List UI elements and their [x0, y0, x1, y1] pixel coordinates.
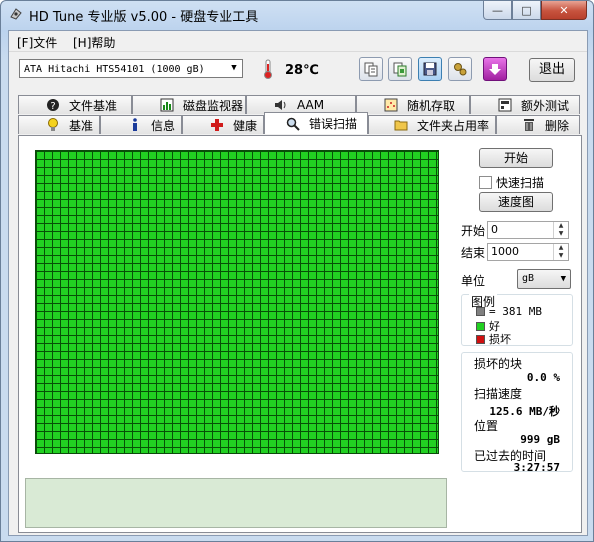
minimize-button[interactable]: — [483, 1, 512, 20]
start-value: 0 [491, 223, 498, 236]
error-scan-panel: 开始 快速扫描 速度图 开始 0 ▲▼ 结束 1000 ▲▼ 单位 gB ▼ [18, 135, 582, 533]
speaker-icon [273, 97, 289, 113]
client-area: [F]文件 [H]帮助 ATA Hitachi HTS54101 (1000 g… [8, 30, 588, 536]
end-input[interactable]: 1000 ▲ ▼ [487, 243, 569, 261]
damaged-blocks-value: 0.0 % [526, 371, 560, 384]
damaged-blocks-label: 损坏的块 [474, 357, 523, 371]
legend-block-size-text: = 381 MB [489, 305, 542, 318]
checkbox-box[interactable] [479, 176, 492, 189]
tab-erase[interactable]: 删除 [496, 115, 580, 134]
tab-label: 磁盘监视器 [183, 98, 244, 113]
tab-random-access[interactable]: 随机存取 [356, 95, 470, 114]
unit-value: gB [522, 273, 535, 284]
copy-screenshot-icon [393, 62, 407, 77]
unit-label: 单位 [461, 274, 486, 288]
tab-label: 文件夹占用率 [417, 118, 490, 133]
spinner-arrows-icon[interactable]: ▲ ▼ [553, 222, 568, 238]
drive-select-value: ATA Hitachi HTS54101 (1000 gB) [24, 64, 205, 75]
scan-stats-group: 损坏的块 0.0 % 扫描速度 125.6 MB/秒 位置 999 gB 已过去… [461, 352, 573, 474]
legend-damaged-text: 损坏 [489, 333, 511, 346]
block-swatch [476, 307, 485, 316]
random-access-icon [383, 97, 399, 113]
menu-bar: [F]文件 [H]帮助 [9, 31, 587, 52]
scan-speed-value: 125.6 MB/秒 [489, 405, 560, 418]
position-label: 位置 [474, 419, 499, 433]
tab-label: 健康 [233, 118, 258, 133]
menu-help[interactable]: [H]帮助 [73, 34, 115, 51]
chevron-down-icon: ▼ [560, 274, 566, 284]
copy-text-button[interactable] [359, 57, 383, 81]
damaged-swatch [476, 334, 485, 344]
chevron-down-icon: ▼ [226, 60, 242, 77]
caption-buttons: — □ ✕ [483, 1, 587, 21]
options-icon [454, 63, 467, 76]
tab-label: AAM [297, 98, 325, 112]
close-button[interactable]: ✕ [541, 1, 587, 20]
start-input[interactable]: 0 ▲ ▼ [487, 221, 569, 239]
health-cross-icon [209, 117, 225, 133]
thermometer-icon [264, 59, 272, 79]
tab-health[interactable]: 健康 [182, 115, 264, 134]
title-bar[interactable]: HD Tune 专业版 v5.00 - 硬盘专业工具 — □ ✕ [1, 1, 593, 29]
good-swatch [476, 321, 485, 331]
tab-file-benchmark[interactable]: ? 文件基准 [18, 95, 132, 114]
temperature-readout: 28℃ [285, 63, 319, 78]
scan-speed-label: 扫描速度 [474, 387, 523, 401]
extra-tests-icon [497, 97, 513, 113]
tab-extra-tests[interactable]: 额外测试 [470, 95, 580, 114]
options-button[interactable] [448, 57, 472, 81]
app-window: HD Tune 专业版 v5.00 - 硬盘专业工具 — □ ✕ [F]文件 [… [0, 0, 594, 542]
tab-benchmark[interactable]: 基准 [18, 115, 100, 134]
quick-scan-label: 快速扫描 [496, 176, 545, 190]
legend-group: 图例 = 381 MB 好 损坏 [461, 293, 573, 347]
tab-disk-monitor[interactable]: 磁盘监视器 [132, 95, 246, 114]
app-logo-icon [10, 8, 22, 20]
menu-file[interactable]: [F]文件 [17, 34, 57, 51]
tab-folder-usage[interactable]: 文件夹占用率 [368, 115, 496, 134]
magnifier-icon [285, 116, 301, 132]
legend-block-size: = 381 MB [476, 305, 542, 318]
disk-monitor-icon [159, 97, 175, 113]
tab-label: 基准 [69, 118, 94, 133]
start-label: 开始 [461, 224, 486, 238]
tab-label: 额外测试 [521, 98, 570, 113]
download-button[interactable] [483, 57, 507, 81]
window-title: HD Tune 专业版 v5.00 - 硬盘专业工具 [29, 10, 259, 25]
download-icon [489, 64, 501, 75]
temperature-button[interactable] [256, 57, 280, 81]
drive-select[interactable]: ATA Hitachi HTS54101 (1000 gB) ▼ [19, 59, 243, 78]
spinner-arrows-icon[interactable]: ▲ ▼ [553, 244, 568, 260]
save-icon [423, 62, 437, 76]
tab-label: 随机存取 [407, 98, 456, 113]
copy-screenshot-button[interactable] [388, 57, 412, 81]
lightbulb-icon [45, 117, 61, 133]
speed-map-button[interactable]: 速度图 [479, 192, 553, 212]
block-map-grid [35, 150, 439, 454]
copy-text-icon [364, 62, 378, 77]
tab-error-scan[interactable]: 错误扫描 [264, 112, 368, 134]
scan-log-box [25, 478, 447, 528]
legend-damaged: 损坏 [476, 331, 511, 347]
position-value: 999 gB [520, 433, 560, 446]
quick-scan-checkbox[interactable]: 快速扫描 [479, 174, 544, 191]
svg-text:?: ? [50, 101, 55, 112]
trash-icon [521, 117, 537, 133]
info-icon [127, 117, 143, 133]
tab-info[interactable]: 信息 [100, 115, 182, 134]
save-button[interactable] [418, 57, 442, 81]
tab-label: 文件基准 [69, 98, 118, 113]
folder-icon [393, 117, 409, 133]
tab-label: 删除 [545, 118, 570, 133]
maximize-button[interactable]: □ [512, 1, 541, 20]
elapsed-time-value: 3:27:57 [513, 461, 560, 474]
toolbar: ATA Hitachi HTS54101 (1000 gB) ▼ 28℃ 退出 [9, 52, 587, 90]
end-value: 1000 [491, 245, 519, 258]
exit-button[interactable]: 退出 [529, 58, 575, 82]
tab-label: 信息 [151, 118, 176, 133]
tab-label: 错误扫描 [309, 117, 358, 131]
unit-select[interactable]: gB ▼ [517, 269, 571, 289]
start-scan-button[interactable]: 开始 [479, 148, 553, 168]
file-benchmark-icon: ? [45, 97, 61, 113]
end-label: 结束 [461, 246, 486, 260]
